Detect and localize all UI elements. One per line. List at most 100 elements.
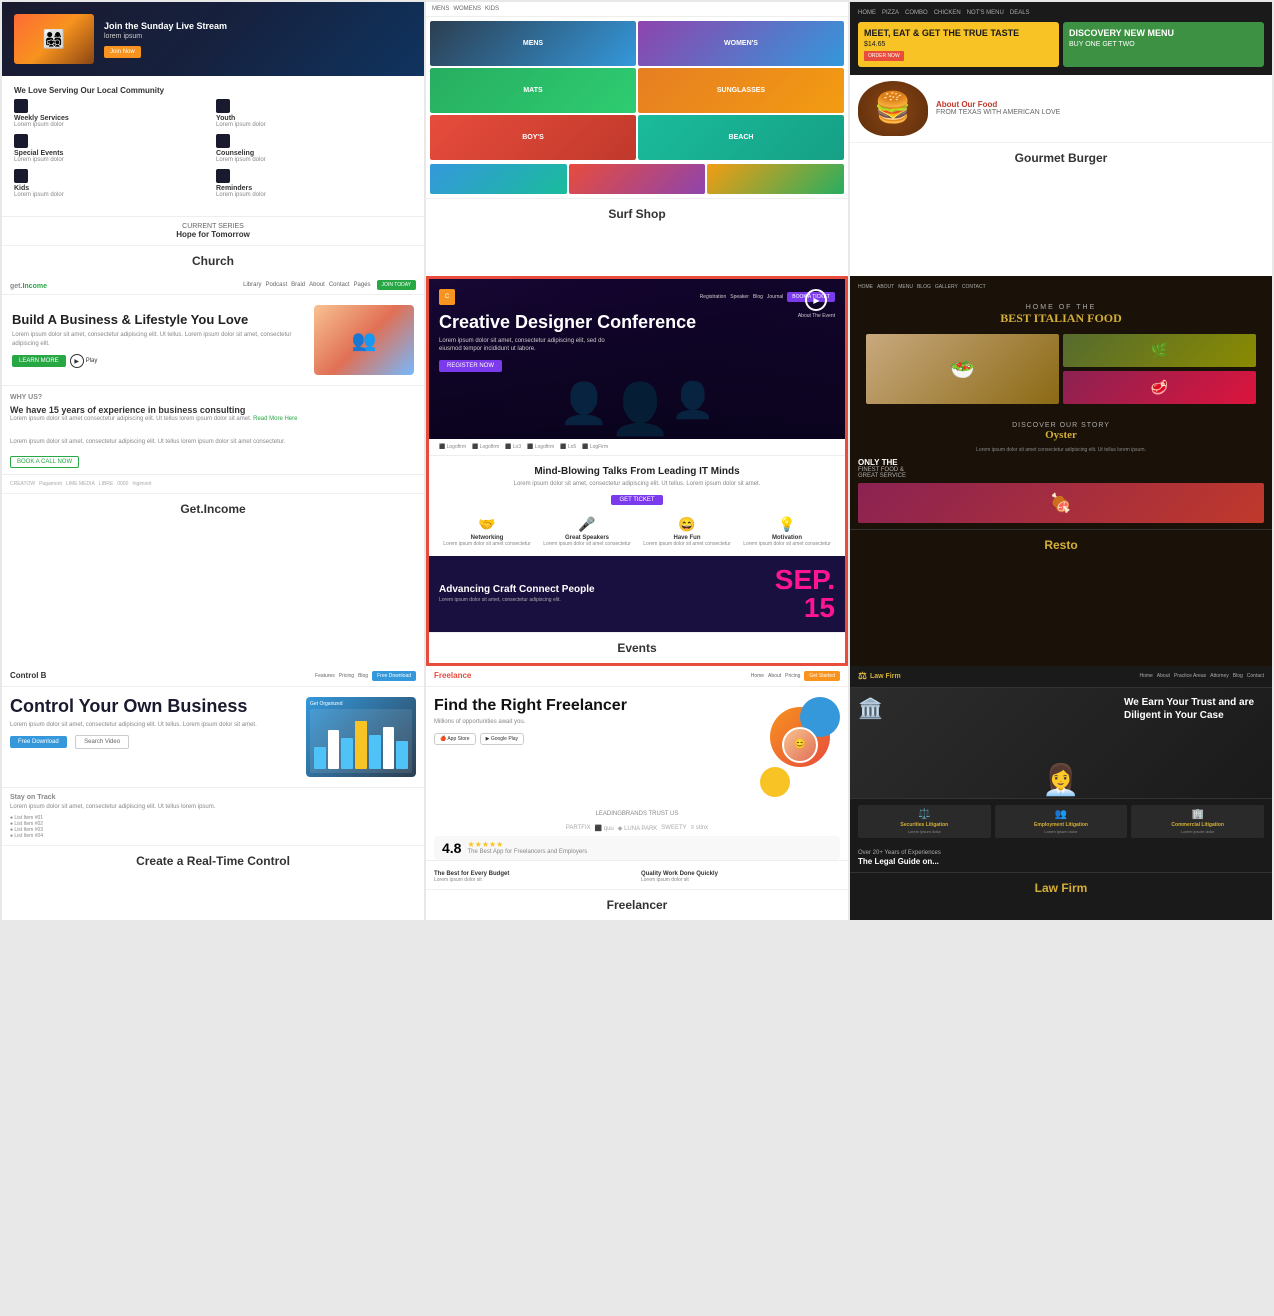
income-nav-pages[interactable]: Pages xyxy=(354,282,371,288)
resto-img-area: 🥗 🌿 🥩 xyxy=(858,334,1264,408)
church-join-btn[interactable]: Join Now xyxy=(104,46,141,58)
income-hero: Build A Business & Lifestyle You Love Lo… xyxy=(2,295,424,385)
law-nav-attorney[interactable]: Attorney xyxy=(1210,673,1229,679)
surf-nav-womens[interactable]: WOMENS xyxy=(453,6,481,12)
income-card-label: Get.Income xyxy=(2,493,424,524)
freelancer-card: Freelance Home About Pricing Get Started… xyxy=(426,666,848,920)
list-item[interactable]: MATS xyxy=(430,68,636,113)
burger-promo-grid: MEET, EAT & GET THE TRUE TASTE $14.65 OR… xyxy=(858,22,1264,67)
resto-nav-gallery[interactable]: GALLERY xyxy=(935,284,958,290)
fl-feat-1-desc: Lorem ipsum dolor sit xyxy=(434,877,633,883)
income-nav-join-btn[interactable]: JOIN TODAY xyxy=(377,280,416,290)
income-learn-more-btn[interactable]: LEARN MORE xyxy=(12,355,66,367)
income-extra-text: Lorem ipsum dolor sit amet, consectetur … xyxy=(10,438,416,446)
list-item: Special Events Lorem ipsum dolor xyxy=(14,134,210,163)
fl-nav-pricing[interactable]: Pricing xyxy=(785,673,800,679)
resto-nav-contact[interactable]: CONTACT xyxy=(962,284,986,290)
surf-nav-kids[interactable]: KIDS xyxy=(485,6,499,12)
list-item[interactable]: BEACH xyxy=(638,115,844,160)
list-item[interactable]: SUNGLASSES xyxy=(638,68,844,113)
income-nav-braid[interactable]: Braid xyxy=(291,282,305,288)
law-nav-about[interactable]: About xyxy=(1157,673,1170,679)
burger-nav-home[interactable]: HOME xyxy=(858,10,876,16)
law-nav-practice[interactable]: Practice Areas xyxy=(1174,673,1206,679)
control-nav-pricing[interactable]: Pricing xyxy=(339,673,354,679)
kids-label: Kids xyxy=(14,185,210,192)
fl-circles: 😊 xyxy=(760,697,840,797)
kids-icon xyxy=(14,169,28,183)
income-hero-text: Build A Business & Lifestyle You Love Lo… xyxy=(12,312,306,368)
burger-promo-1[interactable]: MEET, EAT & GET THE TRUE TASTE $14.65 OR… xyxy=(858,22,1059,67)
chart-bar xyxy=(314,747,326,769)
fl-googleplay-btn[interactable]: ▶ Google Play xyxy=(480,733,524,745)
list-item: 🏢 Commercial Litigation Lorem ipsum dolo… xyxy=(1131,805,1264,838)
resto-nav-home[interactable]: HOME xyxy=(858,284,873,290)
surf-small-1[interactable] xyxy=(430,164,567,194)
income-nav-library[interactable]: Library xyxy=(243,282,261,288)
events-card-label: Events xyxy=(429,632,845,663)
fl-hero-text: Find the Right Freelancer Millions of op… xyxy=(434,697,754,745)
events-play-icon[interactable]: ▶ xyxy=(805,289,827,311)
fl-get-started-btn[interactable]: Get Started xyxy=(804,671,840,681)
church-hope: Hope for Tomorrow xyxy=(8,230,418,239)
surf-nav-mens[interactable]: MENS xyxy=(432,6,449,12)
list-item[interactable]: BOY'S xyxy=(430,115,636,160)
events-section-text: Lorem ipsum dolor sit amet, consectetur … xyxy=(439,480,835,488)
control-download-nav-btn[interactable]: Free Download xyxy=(372,671,416,681)
control-nav-features[interactable]: Features xyxy=(315,673,335,679)
networking-desc: Lorem ipsum dolor sit amet consectetur xyxy=(439,541,535,548)
events-nav-reg[interactable]: Registration xyxy=(700,294,727,300)
burger-order-btn[interactable]: ORDER NOW xyxy=(864,51,904,61)
burger-nav-chicken[interactable]: CHICKEN xyxy=(934,10,961,16)
list-item: Weekly Services Lorem ipsum dolor xyxy=(14,99,210,128)
burger-nav-combo[interactable]: COMBO xyxy=(905,10,928,16)
events-nav-speaker[interactable]: Speaker xyxy=(730,294,749,300)
list-item[interactable]: MENS xyxy=(430,21,636,66)
law-nav-home[interactable]: Home xyxy=(1139,673,1152,679)
control-nav-items: Features Pricing Blog xyxy=(315,673,368,679)
resto-nav-about[interactable]: ABOUT xyxy=(877,284,894,290)
income-read-more-link[interactable]: Read More Here xyxy=(253,416,297,422)
law-nav-contact[interactable]: Contact xyxy=(1247,673,1264,679)
surf-small-3[interactable] xyxy=(707,164,844,194)
burger-nav-deals[interactable]: DEALS xyxy=(1010,10,1030,16)
events-logo: C xyxy=(439,289,455,305)
events-register-btn[interactable]: REGISTER NOW xyxy=(439,360,502,372)
control-search-video-btn[interactable]: Search Video xyxy=(75,735,129,749)
surf-small-2[interactable] xyxy=(569,164,706,194)
list-item[interactable]: WOMEN'S xyxy=(638,21,844,66)
law-logo-icon: ⚖ xyxy=(858,671,867,682)
church-body: We Love Serving Our Local Community Week… xyxy=(2,76,424,216)
events-desc: Lorem ipsum dolor xyxy=(14,157,210,163)
fl-appstore-btn[interactable]: 🍎 App Store xyxy=(434,733,476,745)
income-exp-title: We have 15 years of experience in busine… xyxy=(10,405,416,415)
events-sponsor-6: ⬛ LogFirm xyxy=(582,444,608,450)
burger-card: HOME PIZZA COMBO CHICKEN NOT'S MENU DEAL… xyxy=(850,2,1272,276)
law-years: Over 20+ Years of Experiences xyxy=(858,850,1264,856)
burger-promo-2[interactable]: DISCOVERY NEW MENU BUY ONE GET TWO xyxy=(1063,22,1264,67)
events-icon xyxy=(14,134,28,148)
income-nav-about[interactable]: About xyxy=(309,282,325,288)
chart-bar xyxy=(341,738,353,769)
burger-nav-pizza[interactable]: PIZZA xyxy=(882,10,899,16)
surf-mats-img: MATS xyxy=(430,68,636,113)
events-nav-blog[interactable]: Blog xyxy=(753,294,763,300)
fl-nav-home[interactable]: Home xyxy=(751,673,764,679)
control-free-download-btn[interactable]: Free Download xyxy=(10,736,67,748)
resto-hero-text: HOME OF THE BEST ITALIAN FOOD xyxy=(858,296,1264,334)
income-book-btn[interactable]: BOOK A CALL NOW xyxy=(10,456,79,468)
income-nav-contact[interactable]: Contact xyxy=(329,282,350,288)
list-item: ⚖️ Securities Litigation Lorem ipsum dol… xyxy=(858,805,991,838)
resto-nav-menu[interactable]: MENU xyxy=(898,284,913,290)
income-play-btn[interactable]: ▶ Play xyxy=(70,354,98,368)
income-nav-podcast[interactable]: Podcast xyxy=(265,282,287,288)
events-about: ▶ About The Event xyxy=(798,289,835,319)
events-get-ticket-btn[interactable]: GET TICKET xyxy=(611,495,662,505)
events-nav-journal[interactable]: Journal xyxy=(767,294,783,300)
resto-nav-blog[interactable]: BLOG xyxy=(917,284,931,290)
control-nav-blog[interactable]: Blog xyxy=(358,673,368,679)
law-nav-blog[interactable]: Blog xyxy=(1233,673,1243,679)
events-mid: Mind-Blowing Talks From Leading IT Minds… xyxy=(429,456,845,516)
fl-nav-about[interactable]: About xyxy=(768,673,781,679)
burger-nav-more[interactable]: NOT'S MENU xyxy=(967,10,1004,16)
